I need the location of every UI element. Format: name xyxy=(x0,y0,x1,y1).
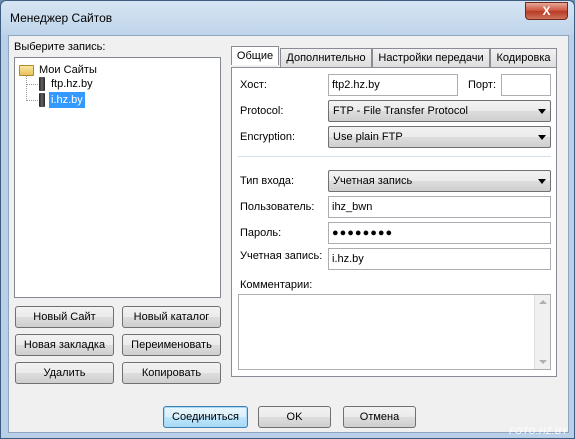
tree-connector-h1 xyxy=(26,84,38,85)
ok-button[interactable]: OK xyxy=(258,406,331,428)
protocol-select-value: FTP - File Transfer Protocol xyxy=(333,105,468,117)
account-label: Учетная запись: xyxy=(240,250,323,262)
account-input[interactable]: i.hz.by xyxy=(328,248,551,270)
tree-connector-line xyxy=(26,76,27,101)
tree-connector-h2 xyxy=(26,100,38,101)
scroll-up-icon[interactable] xyxy=(539,300,547,304)
port-label: Порт: xyxy=(468,79,496,91)
window-title: Менеджер Сайтов xyxy=(10,11,113,25)
port-input[interactable] xyxy=(501,74,551,96)
close-button[interactable]: X xyxy=(525,2,568,20)
tab-advanced[interactable]: Дополнительно xyxy=(280,48,372,68)
site-manager-window: Менеджер Сайтов X Выберите запись: Мои С… xyxy=(0,0,575,439)
password-label: Пароль: xyxy=(240,227,282,239)
protocol-select[interactable]: FTP - File Transfer Protocol xyxy=(328,100,551,122)
scroll-down-icon[interactable] xyxy=(539,360,547,364)
chevron-down-icon xyxy=(538,135,546,140)
tab-general[interactable]: Общие xyxy=(231,46,279,65)
tree-item-label: ftp.hz.by xyxy=(51,78,93,90)
new-bookmark-button[interactable]: Новая закладка xyxy=(15,334,114,356)
host-input[interactable]: ftp2.hz.by xyxy=(328,74,458,96)
general-tab-panel: Хост: ftp2.hz.by Порт: Protocol: FTP - F… xyxy=(231,67,557,377)
server-icon xyxy=(39,77,45,91)
tree-item-label-selected: i.hz.by xyxy=(49,92,85,108)
encryption-label: Encryption: xyxy=(240,131,296,143)
comments-textarea[interactable] xyxy=(238,294,551,370)
tab-charset[interactable]: Кодировка xyxy=(490,48,557,68)
select-entry-label: Выберите запись: xyxy=(14,41,106,53)
protocol-label: Protocol: xyxy=(240,105,284,117)
logon-type-label: Тип входа: xyxy=(240,175,295,187)
folder-icon xyxy=(19,65,34,76)
chevron-down-icon xyxy=(538,179,546,184)
tab-transfer-settings[interactable]: Настройки передачи xyxy=(372,48,490,68)
logon-type-select-value: Учетная запись xyxy=(333,175,413,187)
watermark: FOTO.HZ.BY xyxy=(509,426,568,436)
comments-label: Комментарии: xyxy=(240,279,313,291)
chevron-down-icon xyxy=(538,109,546,114)
new-folder-button[interactable]: Новый каталог xyxy=(122,306,221,328)
separator xyxy=(238,156,551,157)
comments-scrollbar[interactable] xyxy=(534,295,550,369)
site-tree[interactable]: Мои Сайты ftp.hz.by i.hz.by xyxy=(14,57,221,298)
rename-button[interactable]: Переименовать xyxy=(122,334,221,356)
user-input[interactable]: ihz_bwn xyxy=(328,196,551,218)
copy-button[interactable]: Копировать xyxy=(122,362,221,384)
user-label: Пользователь: xyxy=(240,201,315,213)
delete-button[interactable]: Удалить xyxy=(15,362,114,384)
logon-type-select[interactable]: Учетная запись xyxy=(328,170,551,192)
server-icon xyxy=(39,93,45,107)
host-label: Хост: xyxy=(240,79,267,91)
new-site-button[interactable]: Новый Сайт xyxy=(15,306,114,328)
connect-button[interactable]: Соединиться xyxy=(163,406,248,428)
encryption-select[interactable]: Use plain FTP xyxy=(328,126,551,148)
cancel-button[interactable]: Отмена xyxy=(343,406,416,428)
encryption-select-value: Use plain FTP xyxy=(333,131,403,143)
password-input[interactable]: ●●●●●●●● xyxy=(328,222,551,244)
dialog-client-area: Выберите запись: Мои Сайты ftp.hz.by i.h… xyxy=(8,35,569,433)
title-bar[interactable]: Менеджер Сайтов X xyxy=(1,1,574,35)
